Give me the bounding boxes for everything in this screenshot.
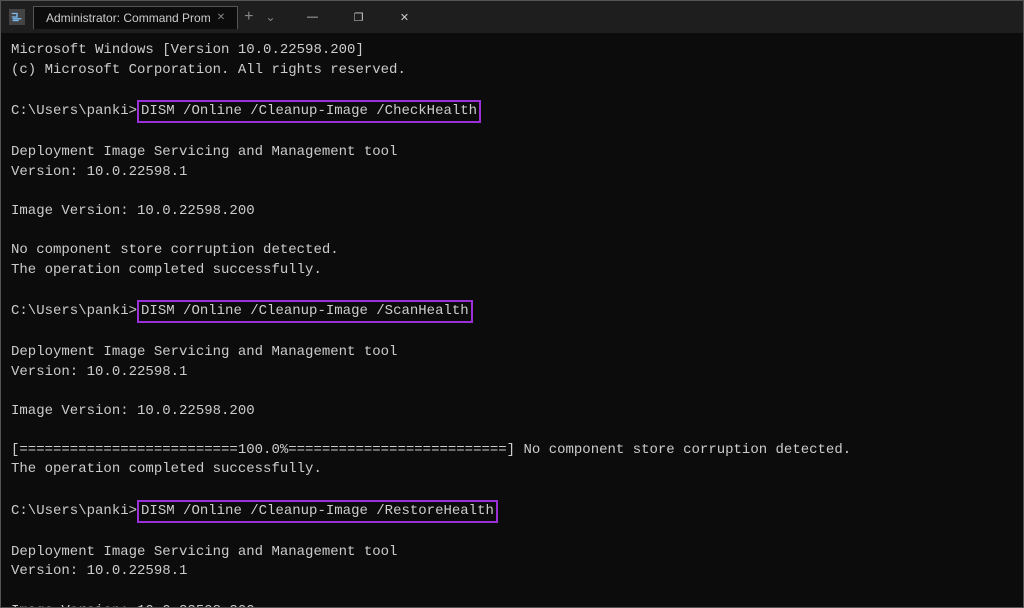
output-line: [==========================100.0%=======…	[11, 441, 1013, 461]
command-highlight: DISM /Online /Cleanup-Image /ScanHealth	[137, 300, 473, 324]
empty-line	[11, 80, 1013, 100]
empty-line	[11, 582, 1013, 602]
output-line: Version: 10.0.22598.1	[11, 363, 1013, 383]
empty-line	[11, 123, 1013, 143]
output-line: Microsoft Windows [Version 10.0.22598.20…	[11, 41, 1013, 61]
terminal-tab[interactable]: Administrator: Command Prom ✕	[33, 6, 238, 29]
tab-label: Administrator: Command Prom	[46, 11, 211, 25]
empty-line	[11, 480, 1013, 500]
maximize-button[interactable]: ❐	[336, 1, 382, 33]
output-line: Image Version: 10.0.22598.200	[11, 202, 1013, 222]
prompt-text: C:\Users\panki>	[11, 302, 137, 322]
dropdown-button[interactable]: ⌄	[259, 10, 281, 24]
command-line: C:\Users\panki>DISM /Online /Cleanup-Ima…	[11, 100, 1013, 124]
command-highlight: DISM /Online /Cleanup-Image /RestoreHeal…	[137, 500, 498, 524]
empty-line	[11, 382, 1013, 402]
app-icon	[9, 9, 25, 25]
prompt-text: C:\Users\panki>	[11, 502, 137, 522]
terminal-window: Administrator: Command Prom ✕ + ⌄ — ❐ ✕ …	[0, 0, 1024, 608]
command-line: C:\Users\panki>DISM /Online /Cleanup-Ima…	[11, 300, 1013, 324]
empty-line	[11, 323, 1013, 343]
output-line: Deployment Image Servicing and Managemen…	[11, 143, 1013, 163]
output-line: The operation completed successfully.	[11, 460, 1013, 480]
output-line: The operation completed successfully.	[11, 261, 1013, 281]
output-line: Image Version: 10.0.22598.200	[11, 402, 1013, 422]
close-button[interactable]: ✕	[382, 1, 428, 33]
terminal-content: Microsoft Windows [Version 10.0.22598.20…	[1, 33, 1023, 607]
output-line: Image Version: 10.0.22598.200	[11, 602, 1013, 607]
titlebar: Administrator: Command Prom ✕ + ⌄ — ❐ ✕	[1, 1, 1023, 33]
command-highlight: DISM /Online /Cleanup-Image /CheckHealth	[137, 100, 481, 124]
minimize-button[interactable]: —	[290, 1, 336, 33]
empty-line	[11, 523, 1013, 543]
tab-close-icon[interactable]: ✕	[217, 12, 225, 23]
prompt-text: C:\Users\panki>	[11, 102, 137, 122]
output-line: Version: 10.0.22598.1	[11, 562, 1013, 582]
empty-line	[11, 182, 1013, 202]
tab-list: Administrator: Command Prom ✕ + ⌄	[33, 6, 282, 29]
output-line: (c) Microsoft Corporation. All rights re…	[11, 61, 1013, 81]
output-line: Version: 10.0.22598.1	[11, 163, 1013, 183]
new-tab-button[interactable]: +	[238, 8, 259, 26]
empty-line	[11, 280, 1013, 300]
window-controls: — ❐ ✕	[290, 1, 428, 33]
output-line: No component store corruption detected.	[11, 241, 1013, 261]
empty-line	[11, 221, 1013, 241]
command-line: C:\Users\panki>DISM /Online /Cleanup-Ima…	[11, 500, 1013, 524]
output-line: Deployment Image Servicing and Managemen…	[11, 543, 1013, 563]
empty-line	[11, 421, 1013, 441]
output-line: Deployment Image Servicing and Managemen…	[11, 343, 1013, 363]
